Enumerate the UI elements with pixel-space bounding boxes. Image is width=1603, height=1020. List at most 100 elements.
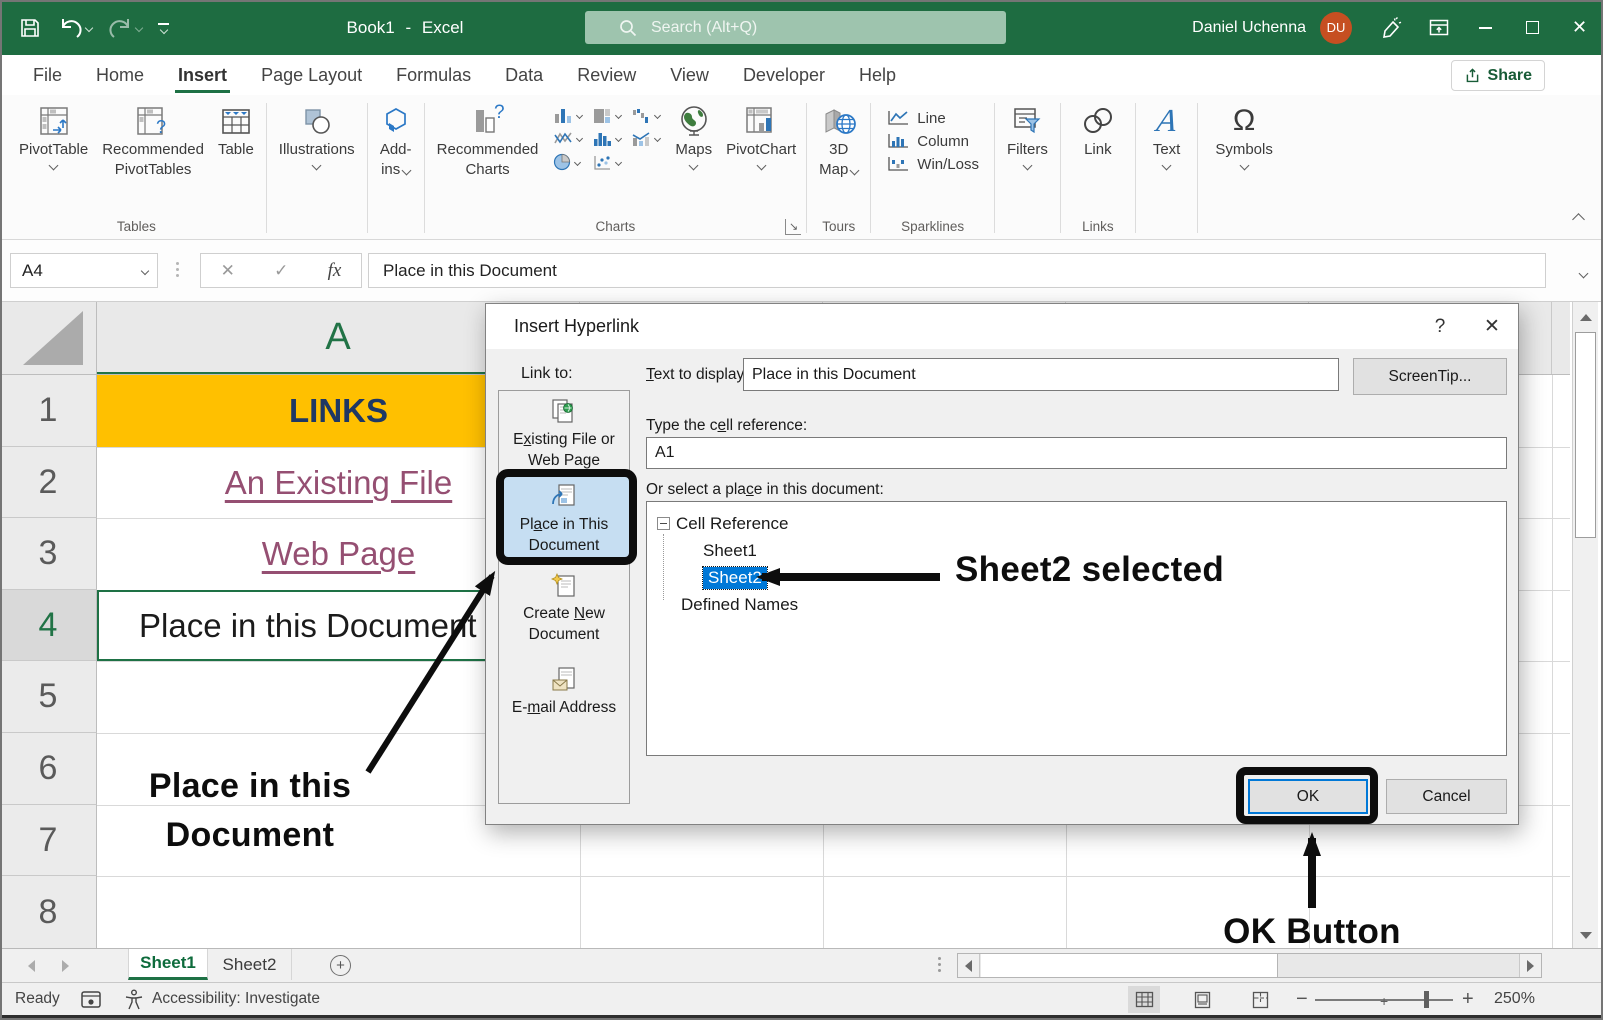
sheet-nav-left-button[interactable] [28, 960, 35, 972]
cancel-button[interactable]: Cancel [1386, 779, 1507, 814]
sparkline-winloss-button[interactable]: Win/Loss [886, 155, 979, 173]
scroll-down-button[interactable] [1573, 922, 1599, 948]
dialog-close-button[interactable]: ✕ [1466, 304, 1518, 349]
zoom-slider-handle[interactable] [1424, 991, 1429, 1008]
avatar[interactable]: DU [1320, 12, 1352, 44]
vertical-scrollbar-thumb[interactable] [1575, 332, 1596, 538]
minimize-button[interactable] [1462, 0, 1509, 55]
macro-record-button[interactable] [80, 983, 102, 1015]
row-header-2[interactable]: 2 [0, 447, 97, 518]
vertical-scrollbar[interactable] [1572, 302, 1598, 948]
maximize-button[interactable] [1509, 0, 1556, 55]
row-header-5[interactable]: 5 [0, 661, 97, 733]
statistic-chart-button[interactable] [592, 130, 621, 147]
pie-chart-button[interactable] [553, 153, 582, 171]
tab-data[interactable]: Data [488, 55, 560, 95]
zoom-out-button[interactable]: − [1296, 983, 1308, 1015]
tab-view[interactable]: View [653, 55, 726, 95]
row-header-3[interactable]: 3 [0, 518, 97, 590]
name-box[interactable]: A4 [10, 253, 158, 288]
row-header-7[interactable]: 7 [0, 805, 97, 876]
scroll-up-button[interactable] [1573, 304, 1599, 330]
tab-help[interactable]: Help [842, 55, 913, 95]
sparkline-line-button[interactable]: Line [886, 109, 979, 127]
new-sheet-button[interactable]: + [330, 955, 351, 976]
insert-function-button[interactable]: fx [328, 260, 342, 282]
text-button[interactable]: A Text [1141, 101, 1193, 171]
tab-formulas[interactable]: Formulas [379, 55, 488, 95]
view-normal-button[interactable] [1128, 986, 1160, 1013]
collapse-ribbon-button[interactable] [1574, 211, 1583, 229]
tab-insert[interactable]: Insert [161, 55, 244, 95]
pivotchart-button[interactable]: PivotChart [719, 101, 803, 171]
horizontal-scrollbar-thumb[interactable] [981, 954, 1278, 977]
row-header-1[interactable]: 1 [0, 375, 97, 447]
formula-bar-grip[interactable] [176, 262, 180, 280]
maps-button[interactable]: Maps [668, 101, 719, 171]
symbols-button[interactable]: Ω Symbols [1203, 101, 1285, 171]
zoom-level-button[interactable]: 250% [1494, 983, 1535, 1015]
dialog-help-button[interactable]: ? [1414, 304, 1466, 349]
sheet-tab-sheet1[interactable]: Sheet1 [128, 949, 208, 980]
enter-entry-button[interactable]: ✓ [274, 261, 288, 281]
illustrations-button[interactable]: Illustrations [272, 101, 362, 171]
waterfall-chart-button[interactable] [631, 107, 660, 124]
tab-bar-grip[interactable] [938, 957, 941, 972]
ok-button[interactable]: OK [1248, 779, 1368, 814]
tree-item-defined-names[interactable]: Defined Names [657, 591, 1496, 618]
formula-input[interactable]: Place in this Document [368, 253, 1546, 288]
hierarchy-chart-button[interactable] [592, 107, 621, 124]
row-header-6[interactable]: 6 [0, 733, 97, 805]
cell-a2-hyperlink[interactable]: An Existing File [225, 464, 452, 502]
row-header-4[interactable]: 4 [0, 590, 97, 661]
recommended-charts-button[interactable]: ? Recommended Charts [430, 101, 546, 181]
customize-quick-access-button[interactable] [158, 23, 169, 33]
search-box[interactable]: Search (Alt+Q) [585, 11, 1006, 44]
close-button[interactable]: ✕ [1556, 0, 1603, 55]
undo-button[interactable] [58, 16, 92, 39]
pivottable-button[interactable]: PivotTable [12, 101, 95, 171]
horizontal-scrollbar[interactable] [957, 953, 1542, 978]
formula-bar-expand-button[interactable] [1580, 264, 1587, 282]
accessibility-checker-button[interactable]: Accessibility: Investigate [124, 983, 320, 1015]
option-place-in-document[interactable]: Place in This Document [499, 477, 629, 561]
option-email[interactable]: E-mail Address [499, 655, 629, 729]
addins-button[interactable]: Add- ins [373, 101, 419, 181]
option-existing-file[interactable]: Existing File or Web Page [499, 394, 629, 474]
cell-a3-hyperlink[interactable]: Web Page [262, 535, 416, 573]
sheet-nav-right-button[interactable] [62, 960, 69, 972]
tree-item-sheet2[interactable]: Sheet2 [657, 564, 1496, 591]
column-chart-button[interactable] [553, 107, 582, 124]
line-chart-button[interactable] [553, 130, 582, 147]
tab-page-layout[interactable]: Page Layout [244, 55, 379, 95]
select-all-button[interactable] [0, 302, 97, 375]
charts-dialog-launcher[interactable]: ↘ [785, 219, 801, 235]
sheet-tab-sheet2[interactable]: Sheet2 [208, 949, 292, 980]
cell-reference-input[interactable] [646, 437, 1507, 469]
table-button[interactable]: Table [211, 101, 261, 161]
3d-map-button[interactable]: 3D Map [812, 101, 865, 181]
filters-button[interactable]: Filters [1000, 101, 1055, 171]
view-page-layout-button[interactable] [1186, 986, 1218, 1013]
cancel-entry-button[interactable]: ✕ [221, 261, 235, 281]
screentip-button[interactable]: ScreenTip... [1353, 358, 1507, 395]
combo-chart-button[interactable] [631, 130, 660, 147]
tab-review[interactable]: Review [560, 55, 653, 95]
redo-button[interactable] [108, 16, 142, 39]
coming-soon-button[interactable] [1368, 0, 1415, 55]
tab-file[interactable]: File [16, 55, 79, 95]
recommended-pivottables-button[interactable]: ? Recommended PivotTables [95, 101, 211, 181]
share-button[interactable]: Share [1451, 60, 1545, 91]
option-create-new[interactable]: Create New Document [499, 565, 629, 651]
link-button[interactable]: Link [1066, 101, 1130, 161]
scroll-left-button[interactable] [958, 954, 980, 977]
tree-collapse-icon[interactable] [657, 517, 670, 530]
tab-home[interactable]: Home [79, 55, 161, 95]
scroll-right-button[interactable] [1519, 954, 1541, 977]
tab-developer[interactable]: Developer [726, 55, 842, 95]
dialog-title-bar[interactable]: Insert Hyperlink ? ✕ [486, 304, 1518, 349]
scatter-chart-button[interactable] [592, 153, 621, 171]
view-page-break-button[interactable] [1244, 986, 1276, 1013]
save-button[interactable] [18, 16, 42, 40]
zoom-in-button[interactable]: + [1462, 983, 1474, 1015]
